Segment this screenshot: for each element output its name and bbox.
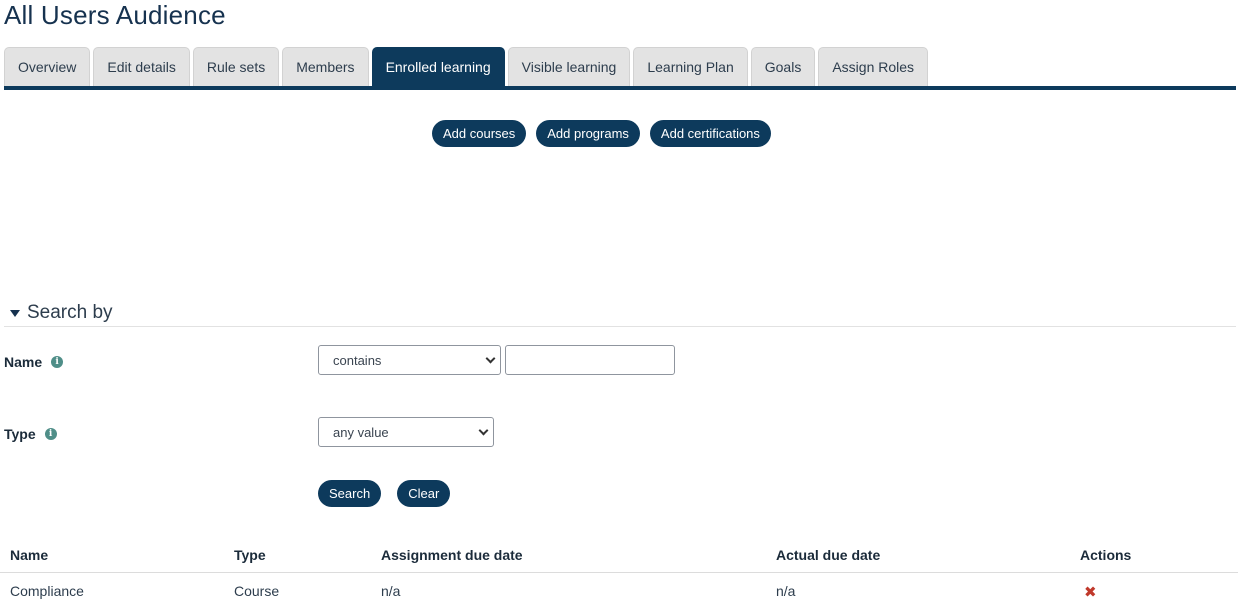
search-by-toggle[interactable]: Search by — [10, 302, 113, 324]
search-by-heading: Search by — [27, 302, 113, 323]
tab-bar: Overview Edit details Rule sets Members … — [4, 47, 929, 86]
info-icon[interactable]: i — [51, 356, 64, 368]
tab-members[interactable]: Members — [282, 47, 369, 86]
table-header: Name Type Assignment due date Actual due… — [0, 547, 1238, 573]
column-header-name[interactable]: Name — [10, 547, 48, 563]
clear-button[interactable]: Clear — [397, 480, 451, 507]
cell-type: Course — [234, 583, 280, 599]
tab-overview[interactable]: Overview — [4, 47, 91, 86]
column-header-actual-due-date[interactable]: Actual due date — [776, 547, 880, 563]
type-label-text: Type — [4, 426, 36, 442]
cell-actual-due-date: n/a — [776, 583, 796, 599]
type-select-value: any value — [333, 424, 389, 440]
name-operator-select[interactable]: contains — [318, 345, 501, 375]
delete-icon[interactable]: ✖ — [1084, 585, 1097, 600]
tab-edit-details[interactable]: Edit details — [93, 47, 190, 86]
column-header-type[interactable]: Type — [234, 547, 266, 563]
tab-enrolled-learning[interactable]: Enrolled learning — [371, 47, 505, 86]
search-actions: Search Clear — [318, 480, 451, 507]
name-label-text: Name — [4, 354, 43, 370]
tab-visible-learning[interactable]: Visible learning — [507, 47, 631, 86]
column-header-actions: Actions — [1080, 547, 1132, 563]
add-courses-button[interactable]: Add courses — [432, 120, 527, 147]
column-header-assignment-due-date[interactable]: Assignment due date — [381, 547, 523, 563]
tab-assign-roles[interactable]: Assign Roles — [818, 47, 929, 86]
type-select[interactable]: any value — [318, 417, 494, 447]
tab-rule-sets[interactable]: Rule sets — [192, 47, 280, 86]
name-field-label: Name i — [4, 354, 64, 370]
add-programs-button[interactable]: Add programs — [536, 120, 640, 147]
page-title: All Users Audience — [4, 0, 226, 30]
name-operator-value: contains — [333, 352, 382, 368]
search-button[interactable]: Search — [318, 480, 382, 507]
cell-name: Compliance — [10, 583, 84, 599]
tab-underline — [4, 86, 1236, 90]
chevron-down-icon — [485, 353, 496, 364]
info-icon[interactable]: i — [44, 428, 57, 440]
add-certifications-button[interactable]: Add certifications — [649, 120, 771, 147]
caret-down-icon — [10, 309, 20, 317]
name-search-input[interactable] — [505, 345, 675, 375]
enrol-actions: Add courses Add programs Add certificati… — [432, 120, 771, 147]
tab-goals[interactable]: Goals — [750, 47, 816, 86]
cell-assignment-due-date: n/a — [381, 583, 401, 599]
search-divider — [4, 326, 1236, 327]
table-row: Compliance Course n/a n/a ✖ — [0, 583, 1238, 603]
type-field-label: Type i — [4, 426, 57, 442]
tab-learning-plan[interactable]: Learning Plan — [633, 47, 748, 86]
chevron-down-icon — [478, 425, 489, 436]
